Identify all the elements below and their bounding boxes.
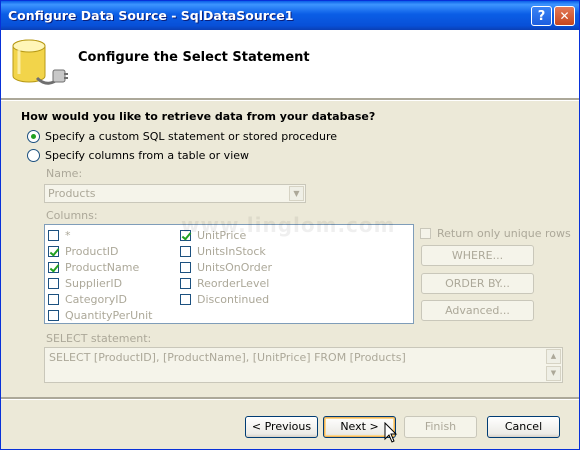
column-label: *: [65, 228, 71, 242]
close-button[interactable]: ✕: [554, 6, 575, 26]
order-by-button[interactable]: ORDER BY...: [421, 273, 534, 294]
custom-sql-option[interactable]: Specify a custom SQL statement or stored…: [27, 128, 337, 144]
table-columns-label: Specify columns from a table or view: [45, 148, 250, 162]
close-icon: ✕: [559, 9, 570, 23]
custom-sql-radio[interactable]: [27, 129, 40, 143]
column-checkbox[interactable]: [180, 277, 191, 289]
name-label: Name:: [46, 167, 83, 180]
select-statement-text: SELECT [ProductID], [ProductName], [Unit…: [49, 351, 406, 364]
column-label: CategoryID: [65, 292, 127, 306]
wizard-header: Configure the Select Statement: [1, 30, 579, 98]
column-checkbox[interactable]: [48, 293, 59, 305]
help-icon: ?: [537, 9, 546, 24]
database-plug-icon: [12, 39, 68, 85]
column-label: QuantityPerUnit: [65, 308, 153, 322]
column-item[interactable]: UnitsOnOrder: [180, 260, 272, 274]
table-name-value: Products: [48, 187, 96, 200]
column-checkbox[interactable]: [48, 309, 59, 321]
header-divider: [1, 98, 579, 101]
column-item[interactable]: SupplierID: [48, 276, 122, 290]
unique-rows-checkbox[interactable]: [420, 227, 431, 239]
dialog-window: Configure Data Source - SqlDataSource1 ?…: [0, 0, 580, 450]
table-columns-option[interactable]: Specify columns from a table or view: [27, 147, 249, 163]
column-label: SupplierID: [65, 276, 123, 290]
column-label: ProductName: [65, 260, 140, 274]
scroll-down-icon[interactable]: ▼: [546, 366, 561, 381]
page-title: Configure the Select Statement: [78, 50, 310, 65]
unique-rows-option[interactable]: Return only unique rows: [420, 226, 571, 240]
column-checkbox[interactable]: [48, 229, 59, 241]
column-item[interactable]: UnitsInStock: [180, 244, 266, 258]
column-checkbox[interactable]: [180, 245, 191, 257]
unique-rows-label: Return only unique rows: [437, 226, 571, 240]
mouse-cursor-icon: [384, 422, 398, 443]
finish-button[interactable]: Finish: [404, 416, 477, 438]
where-button[interactable]: WHERE...: [421, 245, 534, 266]
table-name-select[interactable]: Products ▼: [44, 184, 306, 203]
column-item[interactable]: ProductName: [48, 260, 139, 274]
column-item[interactable]: QuantityPerUnit: [48, 308, 152, 322]
columns-label: Columns:: [46, 209, 98, 222]
footer-divider: [1, 397, 579, 400]
column-checkbox[interactable]: [48, 277, 59, 289]
column-item[interactable]: CategoryID: [48, 292, 127, 306]
retrieve-question: How would you like to retrieve data from…: [21, 110, 376, 123]
column-item[interactable]: *: [48, 228, 71, 242]
select-statement-box[interactable]: SELECT [ProductID], [ProductName], [Unit…: [44, 347, 563, 383]
scroll-up-icon[interactable]: ▲: [546, 349, 561, 364]
advanced-button[interactable]: Advanced...: [421, 300, 534, 321]
watermark-text: www.linglom.com: [181, 213, 396, 237]
chevron-down-icon[interactable]: ▼: [289, 186, 304, 201]
column-label: ProductID: [65, 244, 119, 258]
window-title: Configure Data Source - SqlDataSource1: [8, 8, 294, 23]
column-label: UnitsOnOrder: [197, 260, 273, 274]
previous-button[interactable]: < Previous: [245, 416, 318, 438]
column-label: ReorderLevel: [197, 276, 270, 290]
custom-sql-label: Specify a custom SQL statement or stored…: [45, 129, 338, 143]
column-checkbox[interactable]: [180, 261, 191, 273]
column-checkbox[interactable]: [180, 293, 191, 305]
cancel-button[interactable]: Cancel: [487, 416, 560, 438]
column-checkbox[interactable]: [48, 245, 59, 257]
column-item[interactable]: ReorderLevel: [180, 276, 269, 290]
select-statement-label: SELECT statement:: [46, 332, 152, 345]
help-button[interactable]: ?: [531, 6, 552, 26]
column-label: Discontinued: [197, 292, 270, 306]
columns-list[interactable]: * ProductID ProductName SupplierID Categ…: [44, 224, 414, 324]
column-checkbox[interactable]: [48, 261, 59, 273]
table-columns-radio[interactable]: [27, 148, 40, 162]
column-item[interactable]: Discontinued: [180, 292, 269, 306]
column-label: UnitsInStock: [197, 244, 266, 258]
column-item[interactable]: ProductID: [48, 244, 118, 258]
title-bar[interactable]: Configure Data Source - SqlDataSource1 ?…: [1, 1, 579, 30]
